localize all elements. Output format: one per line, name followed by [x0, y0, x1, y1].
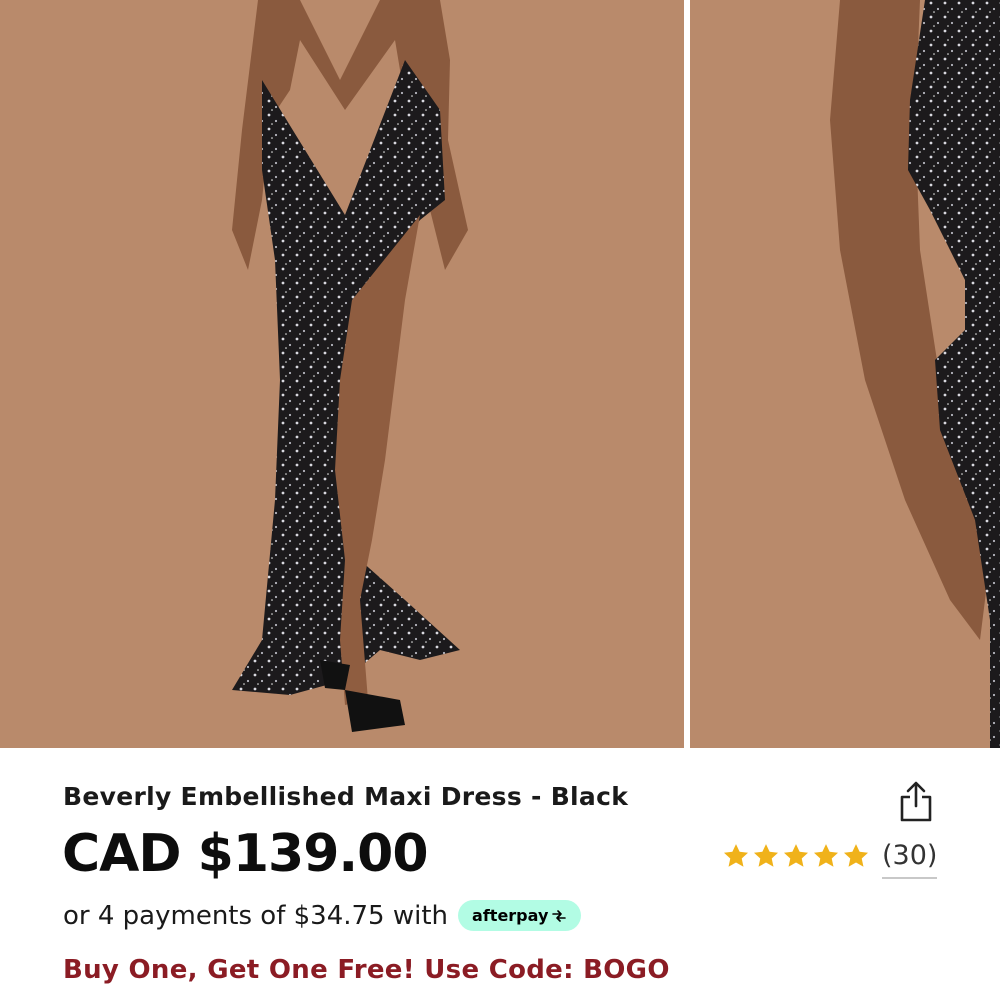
star-rating — [722, 842, 870, 870]
share-icon — [900, 781, 932, 822]
dress-side-image — [690, 0, 1000, 748]
star-icon — [723, 844, 749, 867]
afterpay-badge[interactable]: afterpay — [458, 900, 582, 931]
product-photo-main[interactable] — [0, 0, 684, 748]
star-icon — [813, 844, 839, 867]
share-button[interactable] — [896, 780, 936, 824]
afterpay-arrows-icon — [552, 909, 567, 922]
review-count-link[interactable]: (30) — [882, 840, 938, 879]
product-photo-secondary[interactable] — [690, 0, 1000, 748]
star-icon — [783, 844, 809, 867]
dress-front-image — [0, 0, 684, 748]
product-title: Beverly Embellished Maxi Dress - Black — [63, 782, 629, 811]
promo-message: Buy One, Get One Free! Use Code: BOGO — [63, 955, 670, 985]
afterpay-label: afterpay — [472, 906, 549, 925]
product-info-panel: Beverly Embellished Maxi Dress - Black C… — [0, 748, 1000, 1000]
product-image-gallery[interactable] — [0, 0, 1000, 748]
star-icon — [753, 844, 779, 867]
installments-text: or 4 payments of $34.75 with — [63, 900, 449, 931]
rating-summary[interactable]: (30) — [722, 836, 938, 879]
star-icon — [843, 844, 869, 867]
product-price: CAD $139.00 — [62, 824, 429, 884]
afterpay-installments: or 4 payments of $34.75 with afterpay — [63, 900, 582, 931]
